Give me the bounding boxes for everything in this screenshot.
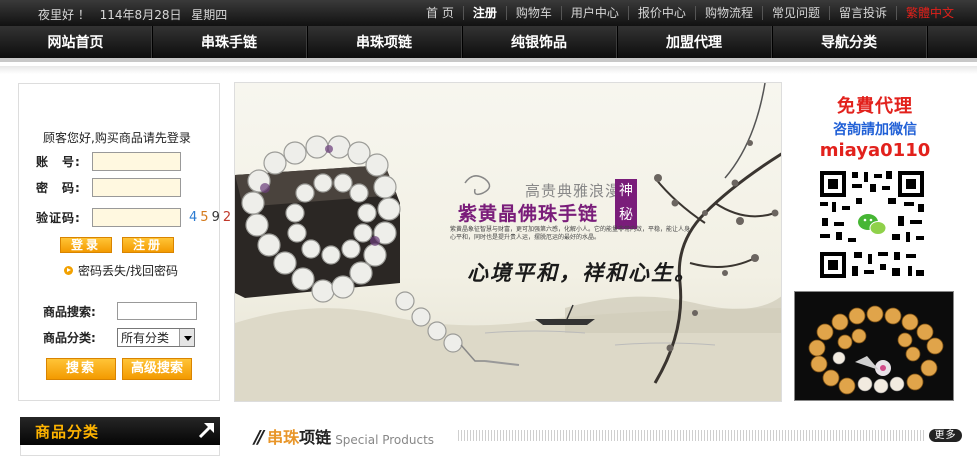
product-search-row: 商品搜索:: [43, 302, 197, 320]
nav-shadow: [0, 66, 977, 74]
nav-item-bead-bracelet[interactable]: 串珠手链: [152, 26, 307, 58]
password-row: 密 码:: [36, 178, 181, 197]
captcha-label: 验证码:: [36, 211, 81, 225]
top-link-user-center[interactable]: 用户中心: [560, 6, 628, 20]
top-link-traditional-chinese[interactable]: 繁體中文: [895, 6, 963, 20]
greeting-line: 夜里好 ！ 114年8月28日 星期四: [38, 6, 233, 23]
login-button[interactable]: 登录: [60, 237, 112, 253]
hero-banner[interactable]: 高贵典雅浪漫 神秘 紫黄晶佛珠手链 紫黄晶象征智慧与财富，更可加强第六感，化解小…: [234, 82, 782, 402]
search-button[interactable]: 搜索: [46, 358, 116, 380]
nav-item-navigation-categories[interactable]: 导航分类: [772, 26, 927, 58]
top-link-register[interactable]: 注册: [462, 6, 506, 20]
double-slash-icon: //: [254, 427, 264, 448]
captcha-digit: 2: [222, 210, 235, 225]
promo-wechat-consult: 咨詢請加微信: [833, 122, 917, 138]
login-prompt: 顾客您好,购买商品请先登录: [43, 131, 191, 145]
greeting-text: 夜里好 ！: [38, 8, 90, 22]
bracelet-photo: [795, 292, 953, 400]
nav-item-home[interactable]: 网站首页: [0, 26, 152, 58]
top-link-faq[interactable]: 常见问题: [761, 6, 829, 20]
category-select-value: 所有分类: [121, 331, 170, 345]
nav-item-silver-jewelry[interactable]: 纯银饰品: [462, 26, 617, 58]
nav-item-franchise[interactable]: 加盟代理: [617, 26, 772, 58]
section-heading: // 串珠 项链 Special Products: [254, 424, 434, 448]
wechat-qr-code: [818, 168, 926, 281]
category-list-box: [20, 445, 220, 456]
product-search-input[interactable]: [117, 302, 197, 320]
banner-seal: 神秘: [615, 179, 637, 229]
captcha-digit: 5: [200, 210, 212, 225]
account-label: 账 号:: [36, 155, 81, 169]
captcha-digit: 9: [211, 210, 223, 225]
top-link-quote-center[interactable]: 报价中心: [627, 6, 695, 20]
nav-item-bead-necklace[interactable]: 串珠项链: [307, 26, 462, 58]
top-link-shopping-process[interactable]: 购物流程: [694, 6, 762, 20]
category-label: 商品分类:: [43, 331, 96, 345]
advanced-search-button[interactable]: 高级搜索: [122, 358, 192, 380]
category-row: 商品分类: 所有分类: [43, 328, 195, 347]
section-title-part2: 项链: [299, 428, 332, 447]
captcha-digit: 4: [189, 210, 201, 225]
account-row: 账 号:: [36, 152, 181, 171]
banner-illustration: [235, 83, 781, 401]
section-title-en: Special Products: [335, 433, 435, 447]
page: 夜里好 ！ 114年8月28日 星期四 首 页 注册 购物车 用户中心 报价中心…: [0, 0, 977, 456]
login-panel: 顾客您好,购买商品请先登录 账 号: 密 码: 验证码: 4592 登录 注册 …: [18, 83, 231, 401]
product-thumbnail[interactable]: [794, 291, 954, 401]
section-divider: [458, 430, 924, 441]
section-title-part1: 串珠: [267, 428, 300, 447]
top-link-feedback[interactable]: 留言投诉: [828, 6, 896, 20]
date-text: 114年8月28日: [99, 8, 182, 22]
bullet-arrow-icon: [64, 266, 73, 275]
arrow-up-right-icon: [197, 420, 217, 440]
product-search-label: 商品搜索:: [43, 304, 96, 319]
top-links: 首 页 注册 购物车 用户中心 报价中心 购物流程 常见问题 留言投诉 繁體中文: [417, 6, 963, 20]
banner-subtitle: 高贵典雅浪漫: [525, 182, 622, 200]
captcha-image[interactable]: 4592: [189, 210, 234, 225]
top-link-home[interactable]: 首 页: [417, 6, 463, 20]
banner-title: 紫黄晶佛珠手链: [458, 203, 599, 225]
banner-description: 紫黄晶象征智慧与财富，更可加强第六感，化解小人。它的能量非常内敛，平稳，能让人身…: [450, 226, 691, 241]
register-button[interactable]: 注册: [122, 237, 174, 253]
chevron-down-icon[interactable]: [179, 329, 194, 346]
promo-wechat-id: miaya0110: [819, 140, 931, 161]
account-input[interactable]: [92, 152, 181, 171]
forgot-password-link[interactable]: 密码丢失/找回密码: [64, 262, 178, 279]
captcha-input[interactable]: [92, 208, 181, 227]
forgot-password-text: 密码丢失/找回密码: [78, 264, 179, 278]
promo-free-agent: 免費代理: [837, 96, 913, 117]
banner-slogan: 心境平和，祥和心生。: [467, 260, 697, 285]
category-select[interactable]: 所有分类: [117, 328, 195, 347]
top-bar: 夜里好 ！ 114年8月28日 星期四 首 页 注册 购物车 用户中心 报价中心…: [0, 0, 977, 26]
category-header[interactable]: 商品分类: [20, 417, 220, 445]
more-button[interactable]: 更多: [929, 429, 962, 442]
captcha-row: 验证码: 4592: [36, 208, 234, 227]
top-link-cart[interactable]: 购物车: [505, 6, 561, 20]
password-label: 密 码:: [36, 181, 81, 195]
category-header-title: 商品分类: [35, 423, 100, 441]
main-nav: 网站首页 串珠手链 串珠项链 纯银饰品 加盟代理 导航分类: [0, 26, 977, 62]
weekday-text: 星期四: [191, 8, 228, 22]
password-input[interactable]: [92, 178, 181, 197]
